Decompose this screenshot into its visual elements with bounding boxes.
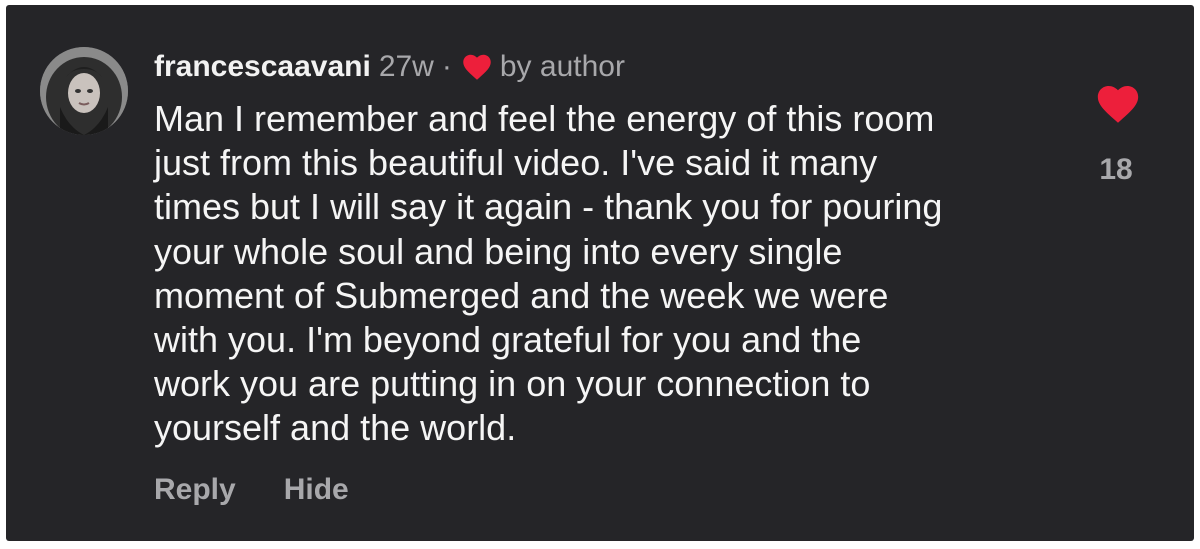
comment-actions: Reply Hide [154,473,349,507]
comment-line: just from this beautiful video. I've sai… [154,142,878,184]
like-button[interactable] [1096,83,1140,125]
reply-button[interactable]: Reply [154,473,236,507]
comment-line: moment of Submerged and the week we were [154,274,889,316]
avatar[interactable] [40,47,128,135]
comment-line: Man I remember and feel the energy of th… [154,98,935,139]
comment-card: francescaavani 27w · by author Man I rem… [6,5,1194,541]
heart-icon [462,53,492,81]
comment-text: Man I remember and feel the energy of th… [154,97,1054,451]
comment-line: work you are putting in on your connecti… [154,363,871,405]
hide-button[interactable]: Hide [284,473,349,507]
comment-time: 27w [378,50,434,83]
like-count[interactable]: 18 [1066,153,1166,187]
comment-line: times but I will say it again - thank yo… [154,186,943,228]
comment-line: your whole soul and being into every sin… [154,230,843,272]
liked-by-author-label: by author [499,50,625,83]
separator-dot: · [441,50,452,83]
avatar-photo [40,47,128,135]
username[interactable]: francescaavani [154,50,371,84]
comment-line: yourself and the world. [154,407,517,449]
comment-header: francescaavani 27w · by author [154,47,625,87]
comment-line: with you. I'm beyond grateful for you an… [154,319,862,361]
heart-icon [1097,86,1139,123]
